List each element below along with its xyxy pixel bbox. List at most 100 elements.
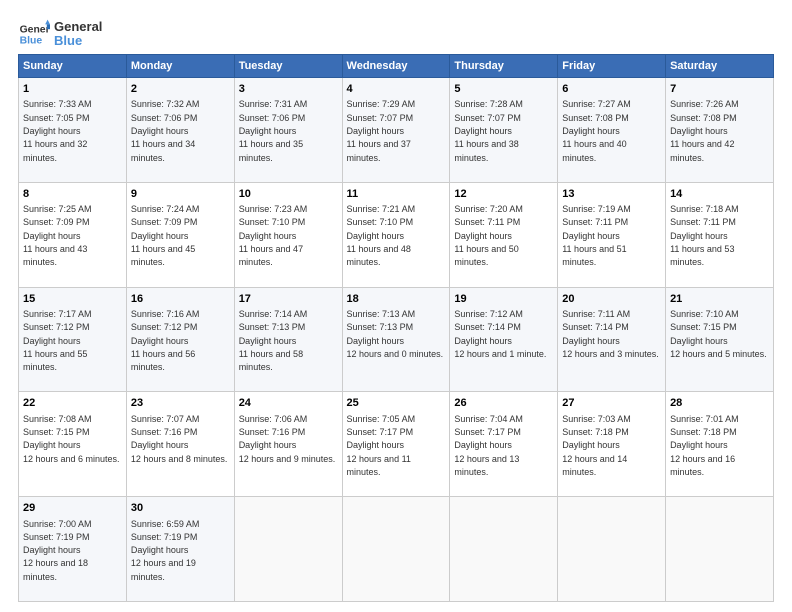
header: General Blue General Blue bbox=[18, 18, 774, 50]
col-header-thursday: Thursday bbox=[450, 55, 558, 78]
day-number: 11 bbox=[347, 187, 446, 202]
calendar-cell: 11 Sunrise: 7:21 AMSunset: 7:10 PMDaylig… bbox=[342, 182, 450, 287]
day-number: 3 bbox=[239, 82, 338, 97]
calendar-cell: 26 Sunrise: 7:04 AMSunset: 7:17 PMDaylig… bbox=[450, 392, 558, 497]
day-info: Sunrise: 7:18 AMSunset: 7:11 PMDaylight … bbox=[670, 204, 739, 267]
day-info: Sunrise: 7:20 AMSunset: 7:11 PMDaylight … bbox=[454, 204, 523, 267]
calendar-cell: 6 Sunrise: 7:27 AMSunset: 7:08 PMDayligh… bbox=[558, 78, 666, 183]
day-number: 28 bbox=[670, 396, 769, 411]
calendar-cell: 10 Sunrise: 7:23 AMSunset: 7:10 PMDaylig… bbox=[234, 182, 342, 287]
calendar-cell: 27 Sunrise: 7:03 AMSunset: 7:18 PMDaylig… bbox=[558, 392, 666, 497]
calendar-cell: 22 Sunrise: 7:08 AMSunset: 7:15 PMDaylig… bbox=[19, 392, 127, 497]
calendar-cell: 23 Sunrise: 7:07 AMSunset: 7:16 PMDaylig… bbox=[126, 392, 234, 497]
day-info: Sunrise: 7:06 AMSunset: 7:16 PMDaylight … bbox=[239, 414, 336, 464]
calendar-cell: 29 Sunrise: 7:00 AMSunset: 7:19 PMDaylig… bbox=[19, 497, 127, 602]
day-number: 27 bbox=[562, 396, 661, 411]
col-header-friday: Friday bbox=[558, 55, 666, 78]
day-number: 4 bbox=[347, 82, 446, 97]
day-number: 17 bbox=[239, 292, 338, 307]
calendar-week-row: 1 Sunrise: 7:33 AMSunset: 7:05 PMDayligh… bbox=[19, 78, 774, 183]
calendar-cell: 17 Sunrise: 7:14 AMSunset: 7:13 PMDaylig… bbox=[234, 287, 342, 392]
calendar-cell bbox=[342, 497, 450, 602]
day-info: Sunrise: 7:28 AMSunset: 7:07 PMDaylight … bbox=[454, 99, 523, 162]
day-number: 7 bbox=[670, 82, 769, 97]
calendar-cell: 7 Sunrise: 7:26 AMSunset: 7:08 PMDayligh… bbox=[666, 78, 774, 183]
day-number: 29 bbox=[23, 501, 122, 516]
day-number: 2 bbox=[131, 82, 230, 97]
col-header-saturday: Saturday bbox=[666, 55, 774, 78]
day-info: Sunrise: 7:26 AMSunset: 7:08 PMDaylight … bbox=[670, 99, 739, 162]
col-header-tuesday: Tuesday bbox=[234, 55, 342, 78]
day-info: Sunrise: 7:23 AMSunset: 7:10 PMDaylight … bbox=[239, 204, 308, 267]
day-info: Sunrise: 7:17 AMSunset: 7:12 PMDaylight … bbox=[23, 309, 92, 372]
calendar-cell bbox=[558, 497, 666, 602]
day-info: Sunrise: 7:08 AMSunset: 7:15 PMDaylight … bbox=[23, 414, 120, 464]
day-number: 18 bbox=[347, 292, 446, 307]
day-number: 15 bbox=[23, 292, 122, 307]
logo-general: General bbox=[54, 20, 102, 34]
calendar-cell: 5 Sunrise: 7:28 AMSunset: 7:07 PMDayligh… bbox=[450, 78, 558, 183]
svg-text:General: General bbox=[20, 24, 50, 35]
day-info: Sunrise: 7:00 AMSunset: 7:19 PMDaylight … bbox=[23, 519, 92, 582]
col-header-wednesday: Wednesday bbox=[342, 55, 450, 78]
calendar-cell: 25 Sunrise: 7:05 AMSunset: 7:17 PMDaylig… bbox=[342, 392, 450, 497]
day-info: Sunrise: 7:13 AMSunset: 7:13 PMDaylight … bbox=[347, 309, 444, 359]
calendar-cell: 12 Sunrise: 7:20 AMSunset: 7:11 PMDaylig… bbox=[450, 182, 558, 287]
col-header-sunday: Sunday bbox=[19, 55, 127, 78]
calendar-week-row: 15 Sunrise: 7:17 AMSunset: 7:12 PMDaylig… bbox=[19, 287, 774, 392]
day-info: Sunrise: 7:29 AMSunset: 7:07 PMDaylight … bbox=[347, 99, 416, 162]
day-info: Sunrise: 7:33 AMSunset: 7:05 PMDaylight … bbox=[23, 99, 92, 162]
day-number: 10 bbox=[239, 187, 338, 202]
day-info: Sunrise: 7:16 AMSunset: 7:12 PMDaylight … bbox=[131, 309, 200, 372]
day-number: 20 bbox=[562, 292, 661, 307]
day-number: 30 bbox=[131, 501, 230, 516]
day-number: 16 bbox=[131, 292, 230, 307]
day-number: 24 bbox=[239, 396, 338, 411]
calendar-table: SundayMondayTuesdayWednesdayThursdayFrid… bbox=[18, 54, 774, 602]
day-info: Sunrise: 7:31 AMSunset: 7:06 PMDaylight … bbox=[239, 99, 308, 162]
calendar-cell: 30 Sunrise: 6:59 AMSunset: 7:19 PMDaylig… bbox=[126, 497, 234, 602]
day-number: 8 bbox=[23, 187, 122, 202]
day-info: Sunrise: 7:01 AMSunset: 7:18 PMDaylight … bbox=[670, 414, 739, 477]
calendar-week-row: 29 Sunrise: 7:00 AMSunset: 7:19 PMDaylig… bbox=[19, 497, 774, 602]
calendar-cell: 8 Sunrise: 7:25 AMSunset: 7:09 PMDayligh… bbox=[19, 182, 127, 287]
day-number: 1 bbox=[23, 82, 122, 97]
calendar-cell: 3 Sunrise: 7:31 AMSunset: 7:06 PMDayligh… bbox=[234, 78, 342, 183]
day-info: Sunrise: 7:12 AMSunset: 7:14 PMDaylight … bbox=[454, 309, 546, 359]
day-number: 21 bbox=[670, 292, 769, 307]
day-number: 26 bbox=[454, 396, 553, 411]
calendar-cell: 14 Sunrise: 7:18 AMSunset: 7:11 PMDaylig… bbox=[666, 182, 774, 287]
day-info: Sunrise: 7:21 AMSunset: 7:10 PMDaylight … bbox=[347, 204, 416, 267]
day-number: 6 bbox=[562, 82, 661, 97]
logo-icon: General Blue bbox=[18, 18, 50, 50]
day-info: Sunrise: 7:05 AMSunset: 7:17 PMDaylight … bbox=[347, 414, 416, 477]
calendar-cell bbox=[234, 497, 342, 602]
calendar-cell: 20 Sunrise: 7:11 AMSunset: 7:14 PMDaylig… bbox=[558, 287, 666, 392]
calendar-week-row: 8 Sunrise: 7:25 AMSunset: 7:09 PMDayligh… bbox=[19, 182, 774, 287]
day-info: Sunrise: 7:32 AMSunset: 7:06 PMDaylight … bbox=[131, 99, 200, 162]
calendar-cell: 19 Sunrise: 7:12 AMSunset: 7:14 PMDaylig… bbox=[450, 287, 558, 392]
calendar-cell: 18 Sunrise: 7:13 AMSunset: 7:13 PMDaylig… bbox=[342, 287, 450, 392]
day-info: Sunrise: 7:11 AMSunset: 7:14 PMDaylight … bbox=[562, 309, 659, 359]
day-info: Sunrise: 7:14 AMSunset: 7:13 PMDaylight … bbox=[239, 309, 308, 372]
calendar-cell: 4 Sunrise: 7:29 AMSunset: 7:07 PMDayligh… bbox=[342, 78, 450, 183]
day-info: Sunrise: 7:10 AMSunset: 7:15 PMDaylight … bbox=[670, 309, 767, 359]
calendar-cell: 13 Sunrise: 7:19 AMSunset: 7:11 PMDaylig… bbox=[558, 182, 666, 287]
calendar-cell: 24 Sunrise: 7:06 AMSunset: 7:16 PMDaylig… bbox=[234, 392, 342, 497]
day-number: 23 bbox=[131, 396, 230, 411]
calendar-cell: 15 Sunrise: 7:17 AMSunset: 7:12 PMDaylig… bbox=[19, 287, 127, 392]
calendar-cell bbox=[450, 497, 558, 602]
day-info: Sunrise: 7:25 AMSunset: 7:09 PMDaylight … bbox=[23, 204, 92, 267]
calendar-week-row: 22 Sunrise: 7:08 AMSunset: 7:15 PMDaylig… bbox=[19, 392, 774, 497]
calendar-cell: 1 Sunrise: 7:33 AMSunset: 7:05 PMDayligh… bbox=[19, 78, 127, 183]
col-header-monday: Monday bbox=[126, 55, 234, 78]
day-info: Sunrise: 7:04 AMSunset: 7:17 PMDaylight … bbox=[454, 414, 523, 477]
day-number: 19 bbox=[454, 292, 553, 307]
day-number: 13 bbox=[562, 187, 661, 202]
day-info: Sunrise: 7:03 AMSunset: 7:18 PMDaylight … bbox=[562, 414, 631, 477]
page: General Blue General Blue SundayMondayTu… bbox=[0, 0, 792, 612]
day-number: 12 bbox=[454, 187, 553, 202]
logo-blue: Blue bbox=[54, 34, 102, 48]
logo: General Blue General Blue bbox=[18, 18, 102, 50]
day-number: 25 bbox=[347, 396, 446, 411]
